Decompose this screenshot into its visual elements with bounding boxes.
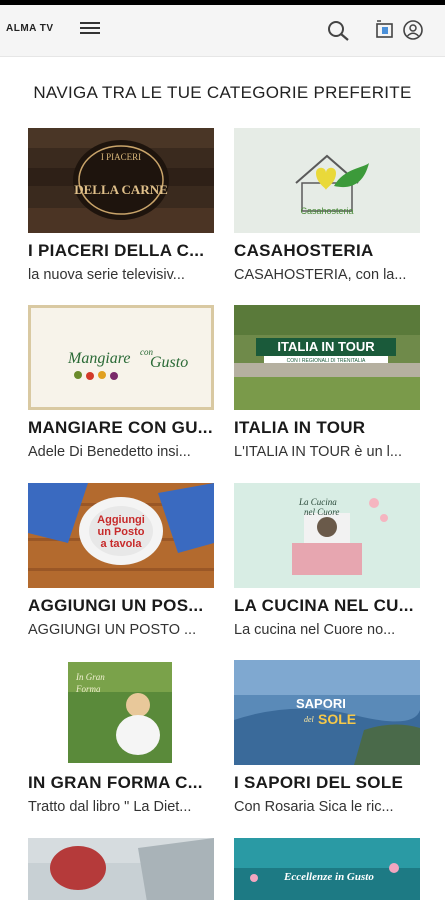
svg-text:I PIACERI: I PIACERI <box>101 152 141 162</box>
card-title: ITALIA IN TOUR <box>234 418 366 437</box>
user-icon[interactable] <box>402 19 424 41</box>
category-card[interactable]: Eccellenze in Gusto <box>234 838 420 900</box>
thumb-subtext: CON I REGIONALI DI TRENITALIA <box>287 358 366 364</box>
category-card[interactable]: Aggiungi un Posto a tavola AGGIUNGI UN P… <box>28 483 214 638</box>
card-description: Tratto dal libro " La Diet... <box>28 799 192 815</box>
svg-text:a tavola: a tavola <box>101 538 143 550</box>
category-card[interactable]: ITALIA IN TOUR CON I REGIONALI DI TRENIT… <box>234 305 420 460</box>
svg-text:La Cucina: La Cucina <box>298 497 337 507</box>
card-thumbnail[interactable]: SAPORI del SOLE <box>234 660 420 765</box>
card-description: Adele Di Benedetto insi... <box>28 444 191 460</box>
search-icon[interactable] <box>326 19 350 43</box>
thumb-text: Eccellenze in Gusto <box>283 871 374 883</box>
svg-text:SAPORI: SAPORI <box>296 696 346 711</box>
svg-text:DELLA CARNE: DELLA CARNE <box>74 182 168 197</box>
card-title: I SAPORI DEL SOLE <box>234 773 404 792</box>
svg-text:Forma: Forma <box>75 684 101 694</box>
svg-text:Aggiungi: Aggiungi <box>97 514 145 526</box>
category-card[interactable]: Mangiare con Gusto MANGIARE CON GU... Ad… <box>28 305 214 460</box>
category-card[interactable]: SAPORI del SOLE I SAPORI DEL SOLE Con Ro… <box>234 660 420 815</box>
svg-text:nel Cuore: nel Cuore <box>304 507 339 517</box>
card-thumbnail[interactable]: Eccellenze in Gusto <box>234 838 420 900</box>
card-thumbnail[interactable]: La Cucina nel Cuore <box>234 483 420 588</box>
svg-text:Mangiare: Mangiare <box>67 350 131 367</box>
card-title: LA CUCINA NEL CU... <box>234 596 414 615</box>
card-description: AGGIUNGI UN POSTO ... <box>28 622 197 638</box>
card-description: L'ITALIA IN TOUR è un l... <box>234 444 402 460</box>
svg-text:SOLE: SOLE <box>318 711 356 727</box>
category-card[interactable] <box>28 838 214 900</box>
category-card[interactable]: In Gran Forma IN GRAN FORMA C... Tratto … <box>28 660 214 815</box>
thumb-text: ITALIA IN TOUR <box>277 339 375 354</box>
card-title: I PIACERI DELLA C... <box>28 241 205 260</box>
card-description: La cucina nel Cuore no... <box>234 622 396 638</box>
category-card[interactable]: Casahosteria CASAHOSTERIA CASAHOSTERIA, … <box>234 128 420 283</box>
svg-text:del: del <box>304 715 315 724</box>
app-bar: ALMA TV <box>0 5 445 57</box>
card-thumbnail[interactable]: I PIACERI DELLA CARNE <box>28 128 214 233</box>
card-title: AGGIUNGI UN POS... <box>28 596 204 615</box>
category-card[interactable]: La Cucina nel Cuore LA CUCINA NEL CU... … <box>234 483 420 638</box>
card-thumbnail[interactable]: Mangiare con Gusto <box>28 305 214 410</box>
card-thumbnail[interactable]: Casahosteria <box>234 128 420 233</box>
section-title: NAVIGA TRA LE TUE CATEGORIE PREFERITE <box>33 83 412 102</box>
cast-icon[interactable] <box>374 19 396 41</box>
card-thumbnail[interactable]: ITALIA IN TOUR CON I REGIONALI DI TRENIT… <box>234 305 420 410</box>
menu-icon[interactable] <box>80 22 100 38</box>
card-thumbnail[interactable] <box>28 838 214 900</box>
svg-text:un Posto: un Posto <box>97 526 144 538</box>
app-logo[interactable]: ALMA TV <box>6 23 54 34</box>
card-thumbnail[interactable]: Aggiungi un Posto a tavola <box>28 483 214 588</box>
card-description: CASAHOSTERIA, con la... <box>234 267 407 283</box>
svg-text:Gusto: Gusto <box>150 354 188 371</box>
card-title: IN GRAN FORMA C... <box>28 773 203 792</box>
card-description: la nuova serie televisiv... <box>28 267 185 283</box>
svg-text:In Gran: In Gran <box>75 672 105 682</box>
thumb-text: Casahosteria <box>300 206 353 216</box>
card-description: Con Rosaria Sica le ric... <box>234 799 394 815</box>
category-card[interactable]: I PIACERI DELLA CARNE I PIACERI DELLA C.… <box>28 128 214 283</box>
card-title: MANGIARE CON GU... <box>28 418 213 437</box>
card-thumbnail[interactable]: In Gran Forma <box>28 660 214 765</box>
card-title: CASAHOSTERIA <box>234 241 374 260</box>
